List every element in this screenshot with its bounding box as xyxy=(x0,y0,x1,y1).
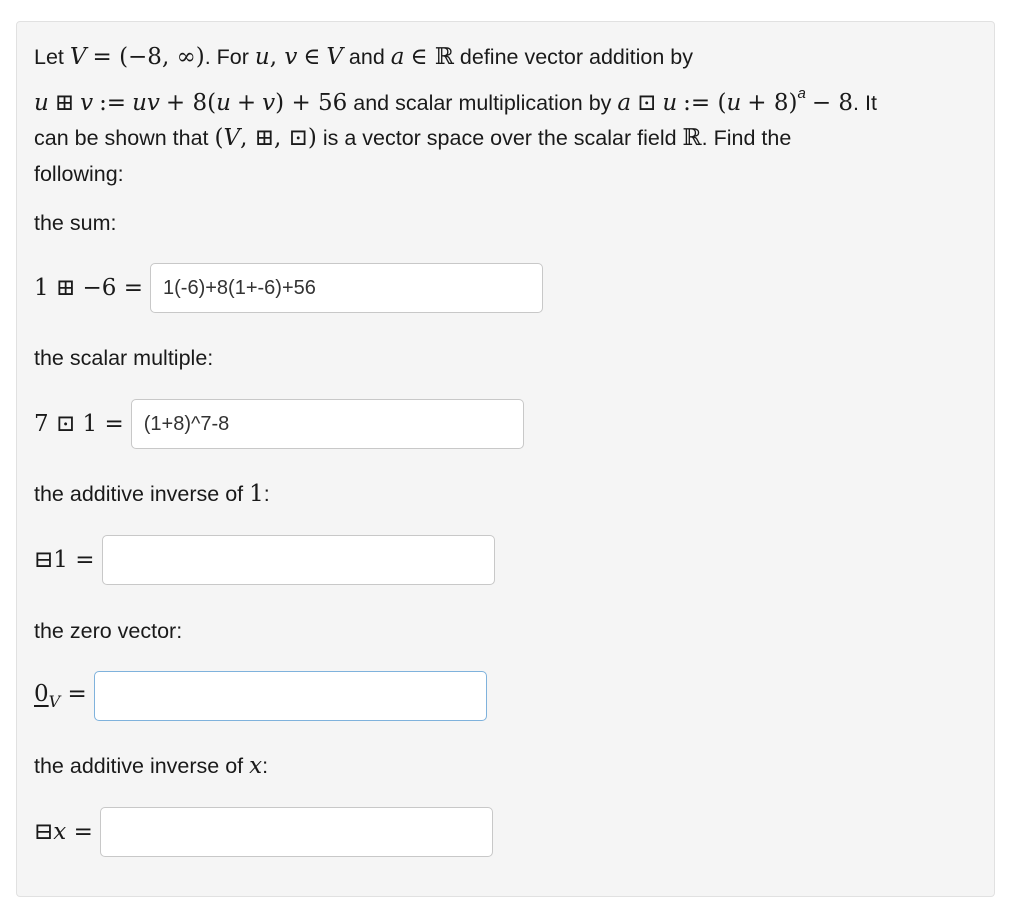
question-panel: Let V = (−8, ∞). For u, v ∈ V and a ∈ ℝ … xyxy=(16,21,995,897)
inverse-one-expression: ⊟1 = xyxy=(34,547,95,573)
inverse-x-expression: ⊟x = xyxy=(34,819,93,845)
part-scalar-row: 7 ⊡ 1 = (1+8)^7-8 xyxy=(34,398,524,450)
part-inverse-x-label: the additive inverse of x: xyxy=(34,753,269,779)
problem-statement: Let V = (−8, ∞). For u, v ∈ V and a ∈ ℝ … xyxy=(34,44,877,186)
sum-answer-input[interactable]: 1(-6)+8(1+-6)+56 xyxy=(150,263,544,313)
part-sum-row: 1 ⊞ −6 = 1(-6)+8(1+-6)+56 xyxy=(34,262,544,314)
scalar-answer-input[interactable]: (1+8)^7-8 xyxy=(130,399,524,449)
part-scalar-label: the scalar multiple: xyxy=(34,346,214,370)
part-zero-row: 0V = xyxy=(34,670,487,722)
sum-expression: 1 ⊞ −6 = xyxy=(34,275,144,301)
part-zero-label: the zero vector: xyxy=(34,619,183,643)
zero-vector-expression: 0V = xyxy=(34,681,87,711)
part-inverse-x-row: ⊟x = xyxy=(34,806,493,858)
inverse-one-answer-input[interactable] xyxy=(101,535,495,585)
zero-vector-answer-input[interactable] xyxy=(93,671,487,721)
part-inverse-one-row: ⊟1 = xyxy=(34,534,495,586)
scalar-expression: 7 ⊡ 1 = xyxy=(34,411,124,437)
inverse-x-answer-input[interactable] xyxy=(99,807,493,857)
part-sum-label: the sum: xyxy=(34,211,117,235)
part-inverse-one-label: the additive inverse of 1: xyxy=(34,481,270,507)
